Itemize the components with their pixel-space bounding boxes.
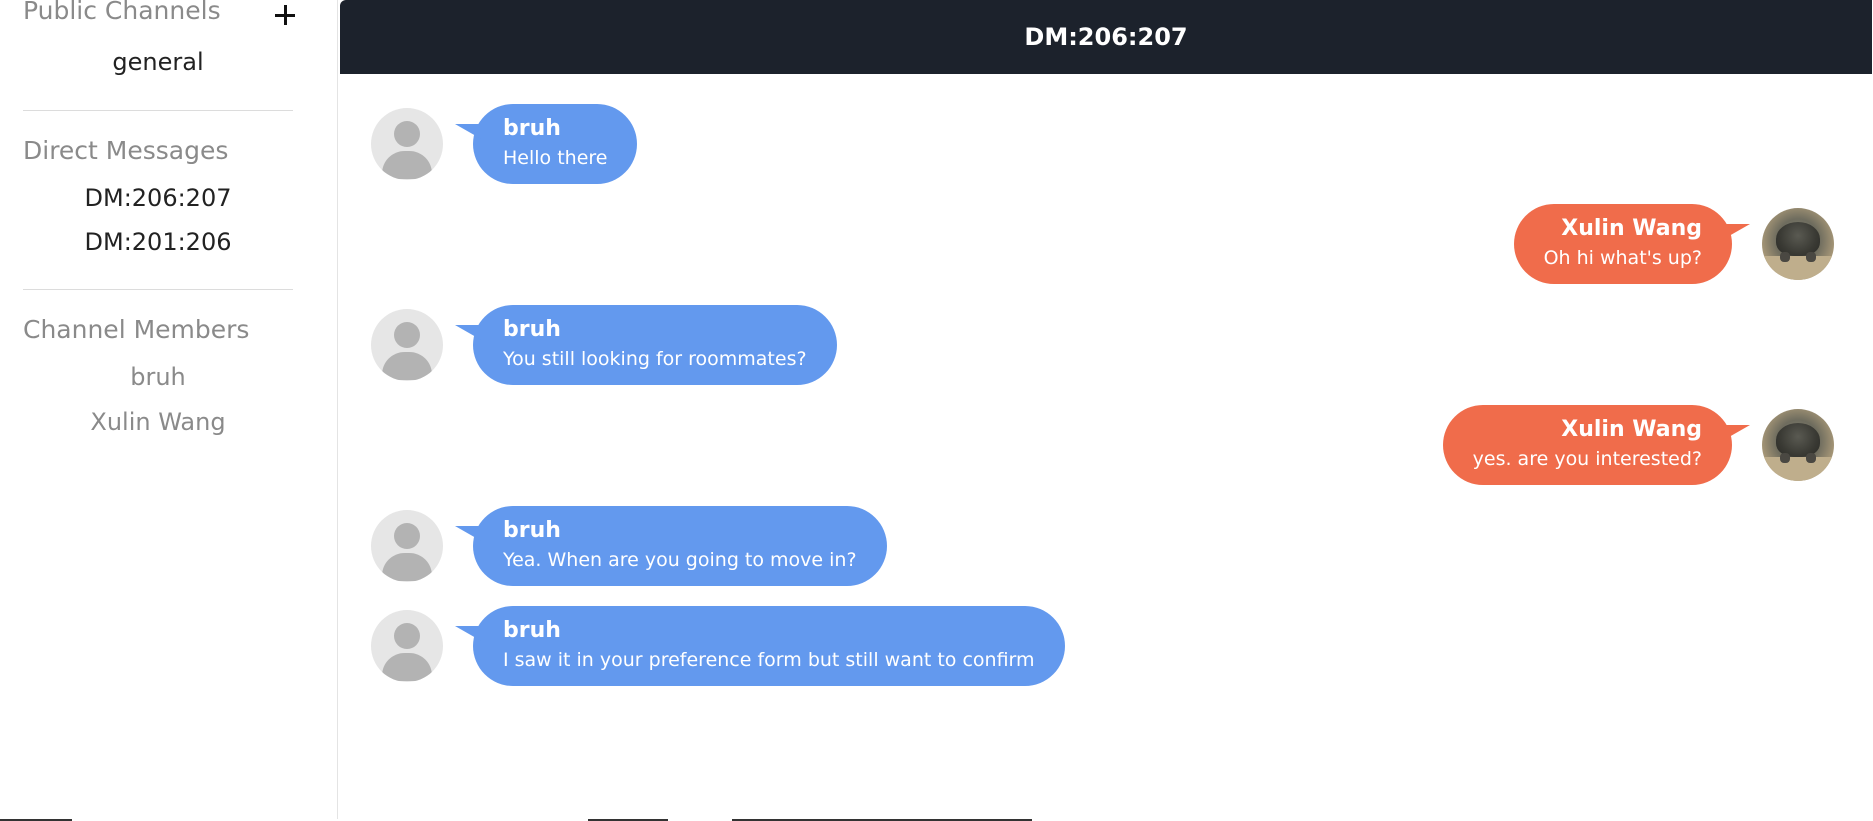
message-bubble: Xulin Wang yes. are you interested? [1442,405,1751,485]
message-item: bruh Hello there [371,104,638,184]
chat-title: DM:206:207 [1024,23,1188,51]
message-text: yes. are you interested? [1472,448,1702,470]
message-sender: bruh [503,618,561,643]
direct-messages-heading: Direct Messages [23,136,229,165]
sidebar-divider [23,110,293,111]
message-text: You still looking for roommates? [503,348,807,370]
message-bubble: Xulin Wang Oh hi what's up? [1513,204,1751,284]
message-text: Hello there [503,147,608,169]
message-bubble: bruh I saw it in your preference form bu… [455,606,1065,686]
message-item: bruh Yea. When are you going to move in? [371,506,887,586]
message-text: Yea. When are you going to move in? [503,549,857,571]
message-list: bruh Hello there Xulin Wang Oh hi what's… [340,74,1872,821]
public-channels-heading: Public Channels [23,0,221,25]
sidebar-item-general[interactable]: general [23,48,293,76]
member-item-xulin-wang: Xulin Wang [90,408,226,436]
default-user-icon [371,309,443,381]
message-sender: Xulin Wang [1561,216,1702,241]
user-avatar-photo [1762,409,1834,481]
sidebar-item-dm-201-206[interactable]: DM:201:206 [23,228,293,256]
member-item-bruh: bruh [130,363,186,391]
chat-app: Public Channels general Direct Messages … [0,0,1873,821]
message-bubble: bruh Yea. When are you going to move in? [455,506,887,586]
message-sender: bruh [503,317,561,342]
channel-members-heading: Channel Members [23,315,250,344]
user-avatar-photo [1762,208,1834,280]
sidebar: Public Channels general Direct Messages … [0,0,338,821]
sidebar-item-dm-206-207[interactable]: DM:206:207 [23,184,293,212]
sidebar-divider [23,289,293,290]
message-bubble: bruh Hello there [454,104,638,184]
message-text: I saw it in your preference form but sti… [503,649,1035,671]
message-item: bruh I saw it in your preference form bu… [371,606,1065,686]
message-text: Oh hi what's up? [1543,247,1702,269]
default-user-icon [371,510,443,582]
message-bubble: bruh You still looking for roommates? [455,305,837,385]
message-item: Xulin Wang yes. are you interested? [1442,405,1834,485]
message-sender: bruh [503,518,561,543]
message-sender: bruh [503,116,561,141]
message-item: bruh You still looking for roommates? [371,305,837,385]
default-user-icon [371,610,443,682]
default-user-icon [371,108,443,180]
add-channel-plus-icon[interactable] [271,0,299,26]
message-sender: Xulin Wang [1561,417,1702,442]
chat-header: DM:206:207 [340,0,1872,74]
message-item: Xulin Wang Oh hi what's up? [1513,204,1834,284]
